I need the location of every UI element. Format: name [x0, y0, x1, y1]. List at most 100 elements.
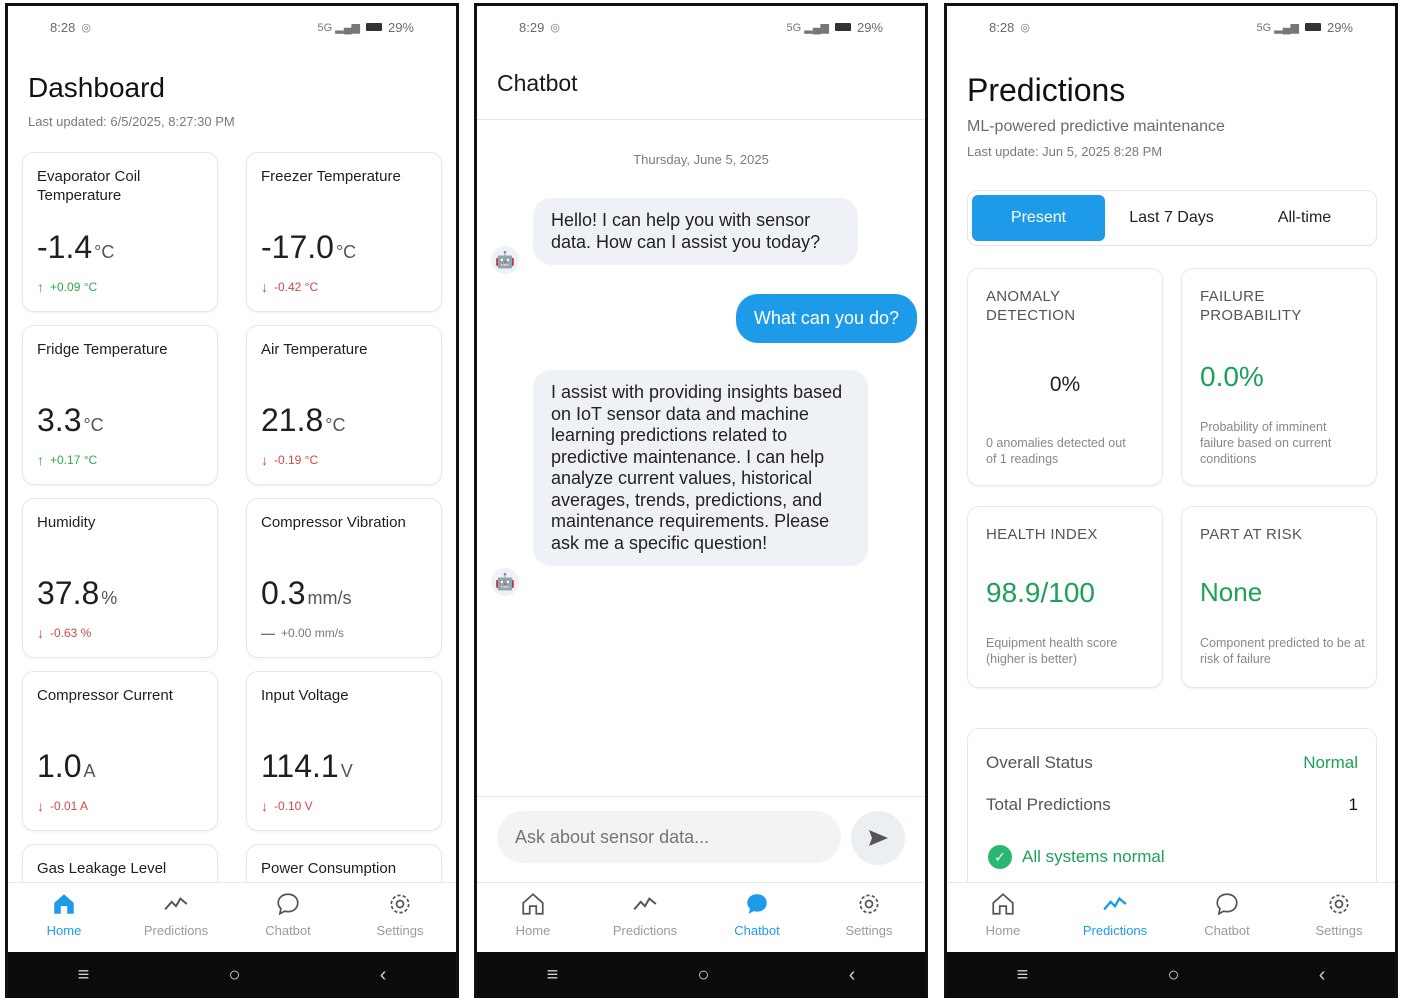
chat-bubble-icon	[1212, 889, 1242, 919]
sensor-label: Air Temperature	[261, 341, 368, 358]
arrow-down-icon: ↓	[261, 798, 268, 814]
card-value: 98.9/100	[986, 577, 1095, 608]
card-description: Equipment health score (higher is better…	[986, 636, 1118, 666]
sensor-card[interactable]: Fridge Temperature 3.3 °C ↑ +0.17 °C	[22, 325, 218, 485]
sensor-value: 37.8%	[37, 575, 117, 612]
sensor-value: 21.8 °C	[261, 402, 345, 439]
sensor-label: Fridge Temperature	[37, 341, 168, 358]
battery-icon	[365, 23, 382, 31]
nav-home[interactable]: Home	[8, 889, 120, 938]
sensor-card[interactable]: Compressor Current 1.0 A ↓ -0.01 A	[22, 671, 218, 831]
status-time: 8:28	[50, 19, 76, 35]
system-nav-bar: ≡ ○ ‹	[8, 952, 456, 998]
sensor-label: Compressor Current	[37, 687, 173, 704]
sensor-delta: — +0.00 mm/s	[261, 625, 344, 641]
tab-all-time[interactable]: All-time	[1238, 195, 1371, 241]
sensor-label: Input Voltage	[261, 687, 349, 704]
card-label: ANOMALY DETECTION	[986, 288, 1076, 324]
whatsapp-icon: ◎	[81, 21, 91, 34]
part-at-risk-card: PART AT RISK None Component predicted to…	[1181, 506, 1377, 688]
nav-predictions-label: Predictions	[612, 923, 678, 938]
home-circle-icon[interactable]: ○	[697, 964, 709, 987]
chat-input-bar	[477, 796, 925, 882]
nav-predictions[interactable]: Predictions	[589, 889, 701, 938]
gear-icon	[385, 889, 415, 919]
sensor-unit: °C	[335, 242, 357, 262]
sensor-card[interactable]: Compressor Vibration 0.3 mm/s — +0.00 mm/s	[246, 498, 442, 658]
sensor-value-number: 21.8	[261, 402, 324, 438]
battery-percent: 29%	[387, 19, 414, 35]
status-time: 8:28	[989, 19, 1015, 35]
total-predictions-label: Total Predictions	[986, 795, 1111, 814]
sensor-label: Freezer Temperature	[261, 168, 401, 185]
sensor-value: -17.0 °C	[261, 229, 356, 266]
card-value: 0.0%	[1200, 361, 1264, 392]
sensor-unit: °C	[325, 415, 346, 435]
nav-chatbot[interactable]: Chatbot	[701, 889, 813, 938]
chat-input[interactable]	[497, 811, 841, 863]
trend-icon	[1100, 889, 1130, 919]
sensor-card[interactable]: Evaporator Coil Temperature -1.4 °C ↑ +0.09 …	[22, 152, 218, 312]
nav-home[interactable]: Home	[477, 889, 589, 938]
trend-icon	[161, 889, 191, 919]
nav-settings[interactable]: Settings	[344, 889, 456, 938]
total-predictions-value: 1	[1348, 795, 1358, 814]
status-bar: 8:28 ◎ 5G ▂▄▆ 29%	[8, 6, 456, 48]
tab-present[interactable]: Present	[972, 195, 1105, 241]
nav-settings[interactable]: Settings	[813, 889, 925, 938]
signal-icon: 5G ▂▄▆	[317, 21, 360, 34]
check-circle-icon: ✓	[988, 845, 1012, 869]
sensor-card[interactable]: Humidity 37.8% ↓ -0.63 %	[22, 498, 218, 658]
recents-icon[interactable]: ≡	[78, 964, 90, 987]
home-circle-icon[interactable]: ○	[1167, 964, 1179, 987]
sensor-value-number: -17.0	[261, 229, 334, 265]
gear-icon	[854, 889, 884, 919]
arrow-up-icon: ↑	[37, 452, 44, 468]
sensor-delta-value: -0.10 V	[274, 799, 313, 813]
signal-icon: 5G ▂▄▆	[786, 21, 829, 34]
overall-status-panel: Overall Status Normal Total Predictions …	[967, 728, 1377, 898]
nav-home[interactable]: Home	[947, 889, 1059, 938]
systems-ok-message: All systems normal	[1022, 847, 1165, 866]
sensor-value-number: 114.1	[261, 748, 339, 784]
back-icon[interactable]: ‹	[849, 964, 856, 987]
nav-chatbot[interactable]: Chatbot	[232, 889, 344, 938]
back-icon[interactable]: ‹	[380, 964, 387, 987]
send-button[interactable]	[851, 811, 905, 865]
bottom-nav: Home Predictions Chatbot Settings	[947, 882, 1395, 952]
send-icon	[869, 830, 888, 846]
nav-settings-label: Settings	[1315, 923, 1363, 938]
tab-last-7-days[interactable]: Last 7 Days	[1105, 195, 1238, 241]
nav-predictions-label: Predictions	[143, 923, 209, 938]
sensor-card[interactable]: Air Temperature 21.8 °C ↓ -0.19 °C	[246, 325, 442, 485]
sensor-value-number: 37.8	[37, 575, 100, 611]
back-icon[interactable]: ‹	[1319, 964, 1326, 987]
sensor-card[interactable]: Input Voltage 114.1 V ↓ -0.10 V	[246, 671, 442, 831]
battery-percent: 29%	[856, 19, 883, 35]
home-circle-icon[interactable]: ○	[228, 964, 240, 987]
nav-home-label: Home	[46, 923, 82, 938]
card-value: 0%	[1049, 373, 1081, 396]
sensor-delta-value: -0.19 °C	[274, 453, 319, 467]
sensor-unit: °C	[83, 415, 104, 435]
battery-percent: 29%	[1326, 19, 1353, 35]
trend-icon	[630, 889, 660, 919]
bottom-nav: Home Predictions Chatbot Settings	[8, 882, 456, 952]
arrow-down-icon: ↓	[261, 452, 268, 468]
bot-message: Hello! I can help you with sensor data. …	[533, 198, 858, 265]
chat-bubble-icon	[742, 889, 772, 919]
nav-settings[interactable]: Settings	[1283, 889, 1395, 938]
sensor-delta: ↓ -0.63 %	[37, 625, 91, 641]
recents-icon[interactable]: ≡	[547, 964, 559, 987]
failure-probability-card: FAILURE PROBABILITY 0.0% Probability of …	[1181, 268, 1377, 486]
card-description: Probability of imminent failure based on…	[1200, 420, 1332, 466]
sensor-value-number: 0.3	[261, 575, 306, 611]
nav-settings-label: Settings	[376, 923, 424, 938]
nav-predictions[interactable]: Predictions	[120, 889, 232, 938]
recents-icon[interactable]: ≡	[1017, 964, 1029, 987]
whatsapp-icon: ◎	[1020, 21, 1030, 34]
sensor-card[interactable]: Freezer Temperature -17.0 °C ↓ -0.42 °C	[246, 152, 442, 312]
nav-chatbot[interactable]: Chatbot	[1171, 889, 1283, 938]
sensor-value-number: -1.4	[37, 229, 93, 265]
nav-predictions[interactable]: Predictions	[1059, 889, 1171, 938]
